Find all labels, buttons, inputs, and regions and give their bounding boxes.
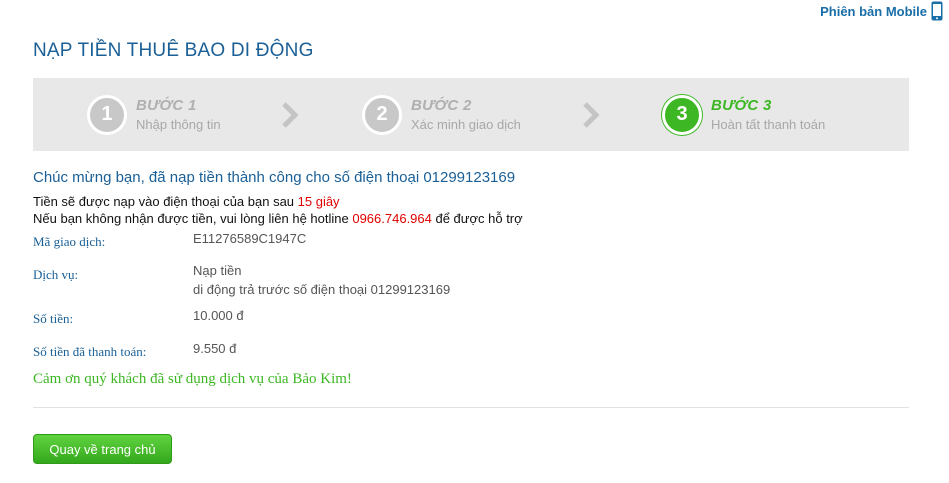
step-1-number: 1 [87,94,127,135]
support-text: Nếu bạn không nhận được tiền, vui lòng l… [33,211,353,226]
support-suffix: để được hỗ trợ [431,211,523,226]
service-label: Dịch vụ: [33,267,79,282]
amount-value: 10.000 đ [193,308,244,323]
step-1: 1 BƯỚC 1 Nhập thông tin [87,78,221,151]
back-to-home-button[interactable]: Quay về trang chủ [33,434,172,464]
step-1-title: BƯỚC 1 [136,97,197,114]
step-3-title: BƯỚC 3 [711,97,772,114]
service-value-line2: di động trả trước số điện thoại 01299123… [193,282,451,297]
transaction-id-value: E11276589C1947C [193,231,307,246]
page-title: NẠP TIỀN THUÊ BAO DI ĐỘNG [33,40,314,61]
step-3-number: 3 [662,94,702,135]
chevron-right-icon [583,102,600,128]
paid-amount-value: 9.550 đ [193,341,237,356]
chevron-right-icon [282,102,299,128]
step-2-number: 2 [362,94,402,135]
divider [33,407,909,408]
mobile-phone-icon [931,1,943,21]
transaction-id-label: Mã giao dịch: [33,234,106,249]
step-2-title: BƯỚC 2 [411,97,472,114]
topup-time: 15 giây [297,194,340,209]
step-2-subtitle: Xác minh giao dịch [411,117,521,132]
service-value-line1: Nạp tiền [193,263,242,278]
hotline-number: 0966.746.964 [352,211,432,226]
topup-notice: Tiền sẽ được nạp vào điện thoại của bạn … [33,194,340,209]
mobile-version-link[interactable]: Phiên bản Mobile [820,0,943,22]
step-3: 3 BƯỚC 3 Hoàn tất thanh toán [662,78,825,151]
step-3-subtitle: Hoàn tất thanh toán [711,117,826,132]
step-progress-bar: 1 BƯỚC 1 Nhập thông tin 2 BƯỚC 2 Xác min… [33,78,909,151]
step-1-subtitle: Nhập thông tin [136,117,221,132]
mobile-version-label: Phiên bản Mobile [820,3,927,19]
paid-amount-label: Số tiền đã thanh toán: [33,344,147,359]
success-message: Chúc mừng bạn, đã nạp tiền thành công ch… [33,169,516,186]
thank-you-message: Cảm ơn quý khách đã sử dụng dịch vụ của … [33,371,352,387]
step-2: 2 BƯỚC 2 Xác minh giao dịch [362,78,521,151]
amount-label: Số tiền: [33,311,74,326]
topup-notice-text: Tiền sẽ được nạp vào điện thoại của bạn … [33,194,298,209]
support-notice: Nếu bạn không nhận được tiền, vui lòng l… [33,211,523,226]
